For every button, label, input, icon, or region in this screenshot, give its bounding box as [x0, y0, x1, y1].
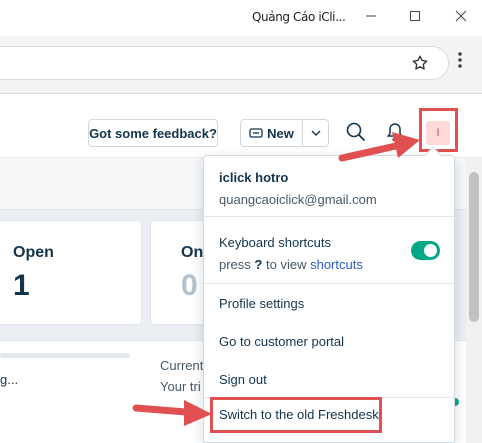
- left-panel-text: g...: [0, 372, 19, 387]
- maximize-icon: [410, 11, 420, 21]
- close-icon: [455, 10, 467, 22]
- switch-old-freshdesk-item[interactable]: Switch to the old Freshdesk: [219, 407, 379, 422]
- feedback-button[interactable]: Got some feedback?: [88, 119, 218, 147]
- onhold-tickets-card[interactable]: On 0: [150, 220, 210, 325]
- annotation-arrow-avatar: [338, 132, 420, 162]
- address-bar[interactable]: [0, 46, 449, 80]
- window-titlebar: Quảng Cáo iCli...: [0, 0, 482, 36]
- avatar-annotation-box: [419, 108, 458, 152]
- card-value: 0: [181, 269, 198, 302]
- bookmark-star-icon[interactable]: [411, 54, 429, 72]
- dropdown-divider: [204, 283, 454, 284]
- keyboard-shortcuts-hint: press ? to view shortcuts: [219, 257, 363, 272]
- minimize-icon: [366, 15, 376, 17]
- profile-name: iclick hotro: [219, 170, 289, 185]
- profile-settings-item[interactable]: Profile settings: [219, 296, 304, 311]
- current-plan-text: Current: [160, 358, 204, 373]
- hint-prefix: press: [219, 257, 251, 272]
- toggle-knob: [424, 244, 437, 257]
- profile-email: quangcaoiclick@gmail.com: [219, 192, 377, 207]
- progress-track: [0, 353, 130, 358]
- card-value: 1: [13, 269, 30, 302]
- sign-out-item[interactable]: Sign out: [219, 372, 267, 387]
- customer-portal-item[interactable]: Go to customer portal: [219, 334, 344, 349]
- minimize-button[interactable]: [356, 3, 386, 29]
- new-button[interactable]: New: [241, 120, 303, 146]
- browser-menu-icon[interactable]: [458, 52, 462, 68]
- bookmarks-bar: [0, 94, 482, 106]
- dropdown-divider: [204, 216, 454, 217]
- hint-middle: to view: [266, 257, 307, 272]
- open-tickets-card[interactable]: Open 1: [0, 220, 142, 325]
- annotation-arrow-switch: [132, 400, 212, 426]
- chevron-down-icon: [311, 130, 320, 136]
- card-label: Open: [13, 244, 54, 261]
- card-label: On: [181, 244, 204, 261]
- new-dropdown-toggle[interactable]: [303, 120, 328, 146]
- window-title: Quảng Cáo iCli...: [252, 10, 346, 24]
- keyboard-shortcuts-label: Keyboard shortcuts: [219, 235, 332, 250]
- hint-key: ?: [254, 257, 263, 272]
- new-button-label: New: [267, 125, 294, 141]
- close-button[interactable]: [446, 3, 476, 29]
- trial-text: Your tri: [160, 379, 201, 394]
- scrollbar-thumb[interactable]: [469, 172, 479, 322]
- maximize-button[interactable]: [400, 3, 430, 29]
- keyboard-shortcuts-toggle[interactable]: [411, 241, 440, 260]
- shortcuts-link[interactable]: shortcuts: [310, 257, 363, 272]
- ticket-icon: [249, 128, 263, 138]
- browser-toolbar: [0, 36, 482, 94]
- new-button-group: New: [240, 119, 329, 147]
